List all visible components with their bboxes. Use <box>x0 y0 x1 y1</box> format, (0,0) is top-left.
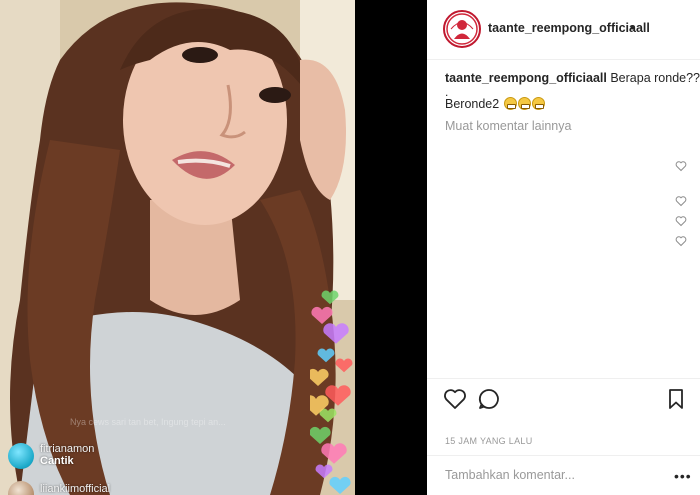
floating-heart-icon <box>315 464 333 479</box>
load-more-comments-link[interactable]: Muat komentar lainnya <box>445 119 685 133</box>
floating-heart-icon <box>319 408 337 423</box>
heart-small-icon[interactable] <box>675 235 687 247</box>
post-panel: taante_reempong_officiaall • taante_reem… <box>427 0 700 495</box>
header-separator-dot: • <box>630 20 635 35</box>
floating-heart-icon <box>329 476 351 494</box>
floating-hearts <box>310 285 355 495</box>
floating-heart-icon <box>335 358 353 373</box>
more-options-icon[interactable]: ••• <box>674 468 692 484</box>
floating-heart-icon <box>310 426 331 444</box>
caption-text: Berapa ronde?? <box>610 71 700 85</box>
grinning-face-emoji <box>531 97 545 110</box>
grinning-face-emoji <box>517 97 531 110</box>
profile-logo-icon <box>446 13 478 45</box>
media-panel[interactable]: Nya cews sari tan bet, Ingung tepi an...… <box>0 0 427 495</box>
heart-small-icon[interactable] <box>675 160 687 172</box>
caption-dot: . <box>445 85 449 99</box>
heart-small-icon[interactable] <box>675 195 687 207</box>
video-watermark-text: Nya cews sari tan bet, Ingung tepi an... <box>70 417 226 427</box>
hearts-stream-icon <box>310 290 353 494</box>
floating-heart-icon <box>323 323 349 344</box>
comments-section: taante_reempong_officiaall Berapa ronde?… <box>445 70 700 133</box>
avatar[interactable] <box>8 443 34 469</box>
caption-username[interactable]: taante_reempong_officiaall <box>445 71 607 85</box>
floating-heart-icon <box>311 306 333 324</box>
comment-bubble-icon[interactable] <box>477 387 501 411</box>
floating-heart-icon <box>321 290 339 305</box>
post-username[interactable]: taante_reempong_officiaall <box>488 21 650 35</box>
comment-input[interactable] <box>445 468 645 482</box>
heart-outline-icon[interactable] <box>443 387 467 411</box>
bookmark-icon[interactable] <box>664 387 688 411</box>
floating-heart-icon <box>325 385 351 406</box>
heart-small-icon[interactable] <box>675 215 687 227</box>
profile-avatar[interactable] <box>443 10 481 48</box>
floating-heart-icon <box>310 368 329 386</box>
live-comment-user[interactable]: liiankiimofficial <box>40 483 110 495</box>
caption: taante_reempong_officiaall Berapa ronde?… <box>445 70 700 86</box>
post-timestamp[interactable]: 15 JAM YANG LALU <box>445 436 533 446</box>
live-comment-message: Cantik <box>40 455 74 467</box>
live-video[interactable]: Nya cews sari tan bet, Ingung tepi an...… <box>0 0 355 495</box>
grinning-face-emoji <box>503 97 517 110</box>
reply-text: Beronde2 <box>445 97 500 111</box>
action-bar <box>427 378 700 418</box>
floating-heart-icon <box>321 443 347 464</box>
add-comment-bar: ••• <box>427 455 700 495</box>
live-comment-user[interactable]: fitrianamon <box>40 443 94 455</box>
floating-heart-icon <box>317 348 335 363</box>
caption-reply: Beronde2 <box>445 97 685 111</box>
post-header: taante_reempong_officiaall • <box>427 0 700 60</box>
